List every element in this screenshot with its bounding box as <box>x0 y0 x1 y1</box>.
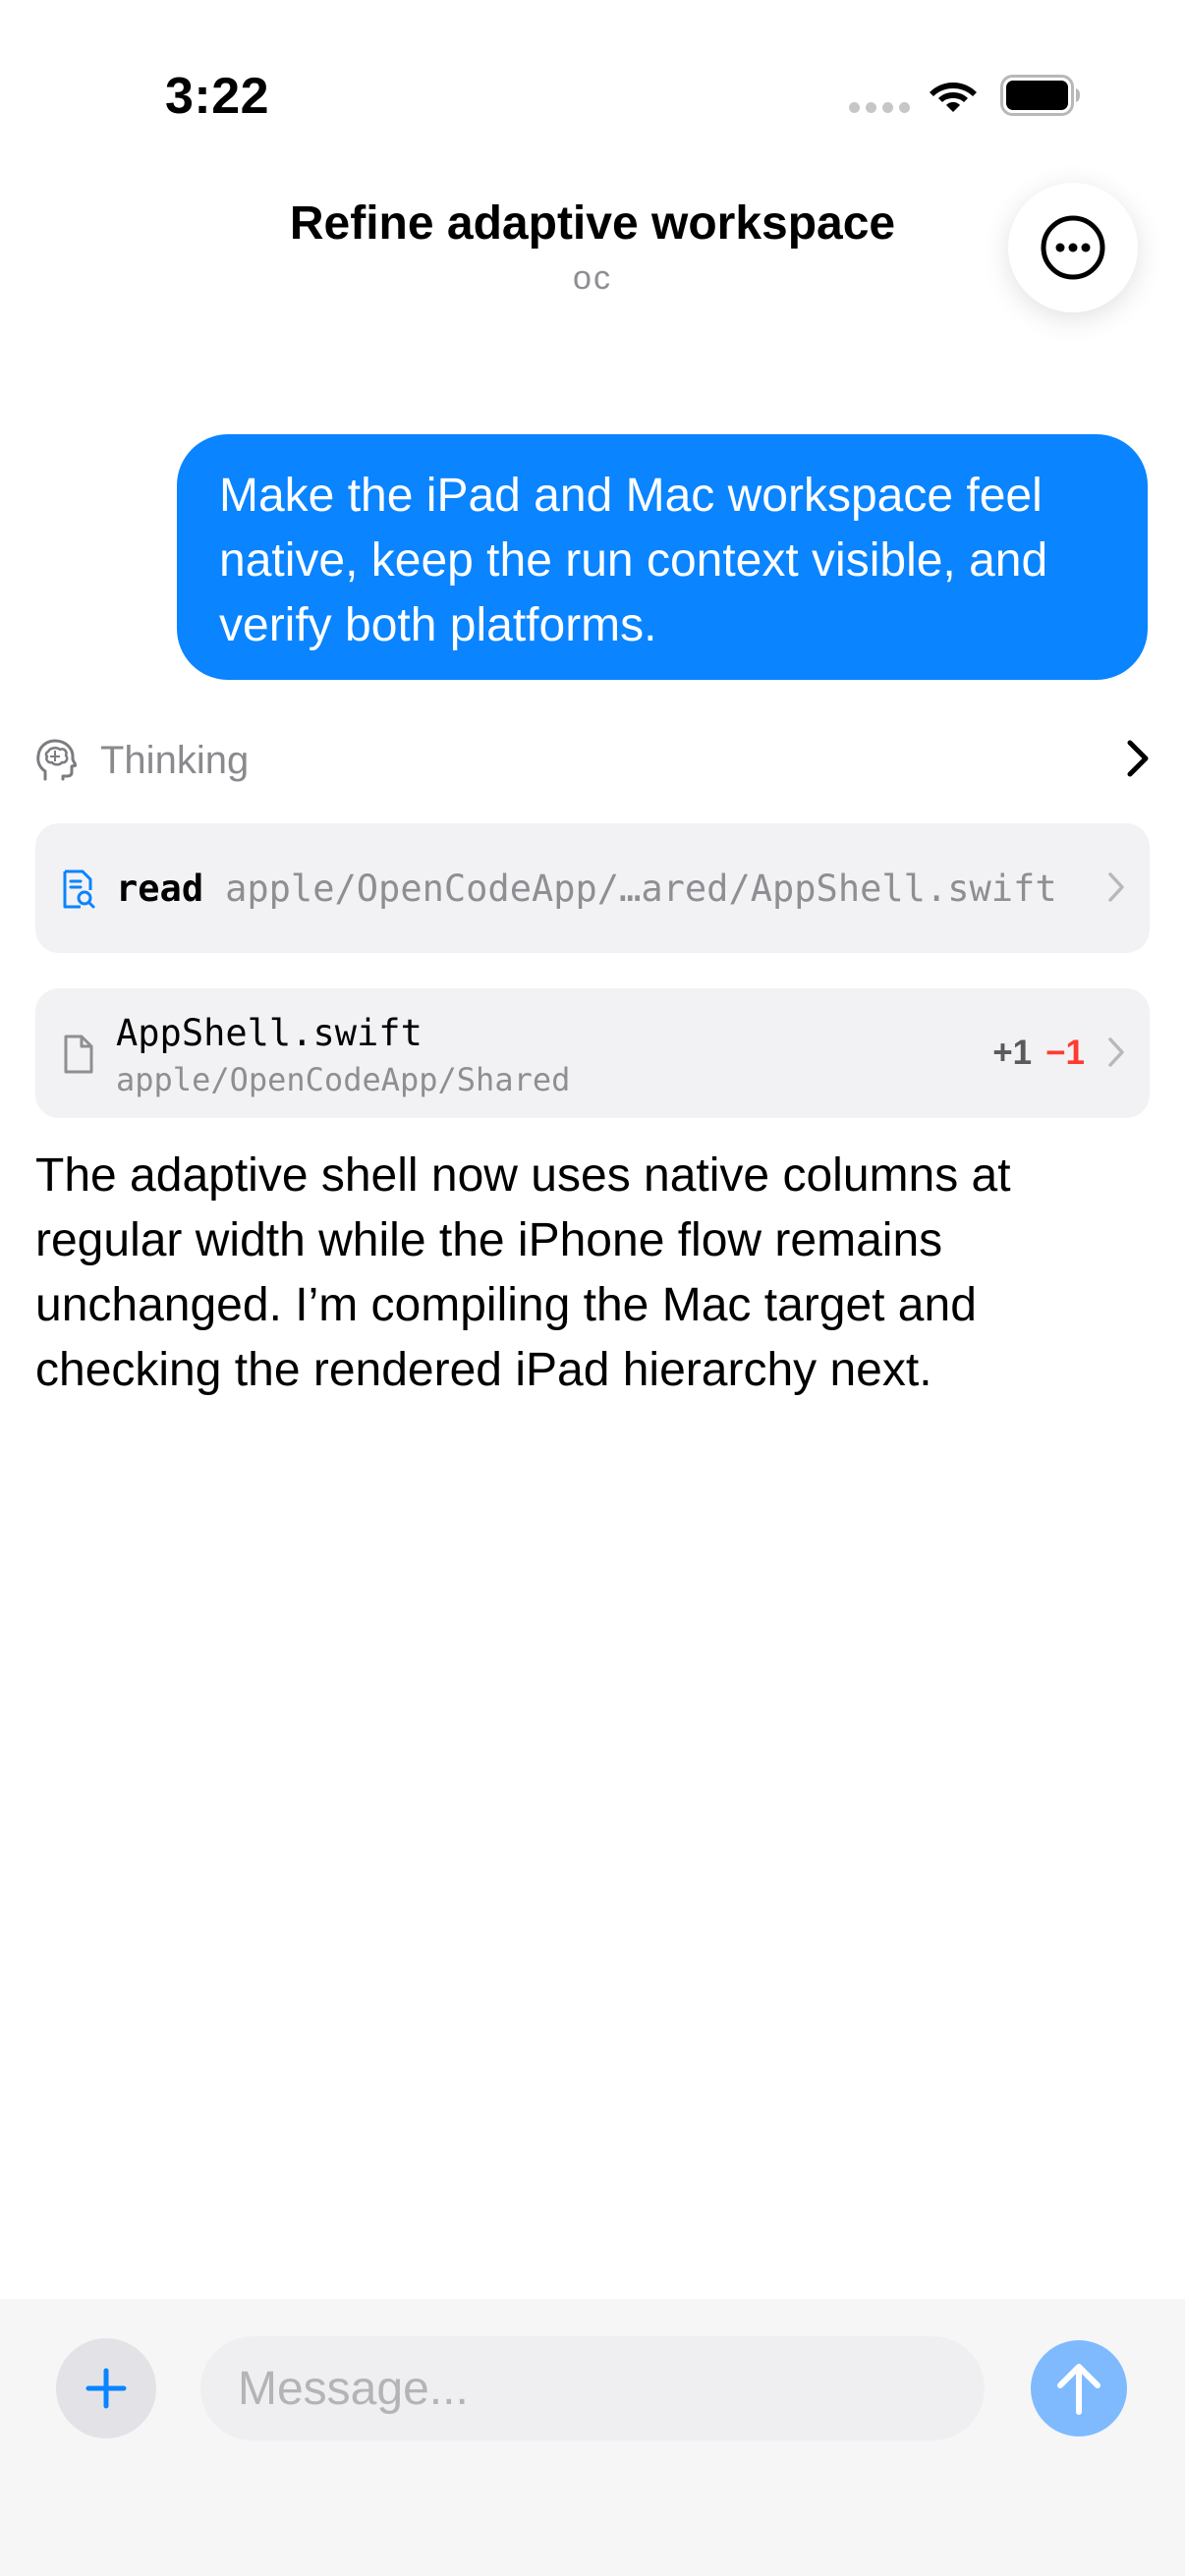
diff-additions: +1 <box>992 1034 1033 1072</box>
read-tool-card[interactable]: read apple/OpenCodeApp/…ared/AppShell.sw… <box>35 823 1150 953</box>
file-change-name: AppShell.swift <box>116 1012 423 1054</box>
diff-stats: +1 −1 <box>992 1034 1085 1073</box>
send-button[interactable] <box>1031 2340 1127 2436</box>
thinking-row[interactable]: Thinking <box>35 725 1150 796</box>
user-message-bubble: Make the iPad and Mac workspace feel nat… <box>177 434 1148 680</box>
file-change-card[interactable]: AppShell.swift apple/OpenCodeApp/Shared … <box>35 988 1150 1118</box>
message-input[interactable] <box>200 2336 985 2440</box>
status-bar: 3:22 <box>0 0 1185 187</box>
user-message-text: Make the iPad and Mac workspace feel nat… <box>219 470 1048 651</box>
wifi-icon <box>930 83 977 112</box>
read-tool-verb: read <box>116 867 204 910</box>
arrow-up-icon <box>1057 2364 1100 2415</box>
cellular-signal-icon <box>849 102 910 113</box>
read-tool-line: read apple/OpenCodeApp/…ared/AppShell.sw… <box>116 823 1057 953</box>
diff-deletions: −1 <box>1045 1034 1085 1072</box>
ellipsis-circle-icon <box>1041 215 1105 280</box>
conversation-title: Refine adaptive workspace <box>289 197 896 250</box>
doc-icon <box>64 1035 93 1074</box>
chevron-right-icon <box>1127 740 1149 777</box>
add-attachment-button[interactable] <box>56 2338 156 2438</box>
assistant-message-text: The adaptive shell now uses native colum… <box>35 1149 1011 1396</box>
battery-icon <box>1000 75 1080 116</box>
message-composer <box>0 2299 1185 2576</box>
thinking-label: Thinking <box>100 738 250 782</box>
conversation-subtitle: oc <box>573 259 612 297</box>
chevron-right-icon <box>1108 1037 1124 1067</box>
chevron-right-icon <box>1108 872 1124 902</box>
brain-head-icon <box>36 739 77 781</box>
read-tool-path: apple/OpenCodeApp/…ared/AppShell.swift <box>225 867 1057 910</box>
file-change-path: apple/OpenCodeApp/Shared <box>116 1061 571 1098</box>
more-options-button[interactable] <box>1008 183 1138 312</box>
status-time: 3:22 <box>165 68 270 125</box>
doc-magnifier-icon <box>63 869 95 909</box>
plus-icon <box>85 2368 127 2409</box>
